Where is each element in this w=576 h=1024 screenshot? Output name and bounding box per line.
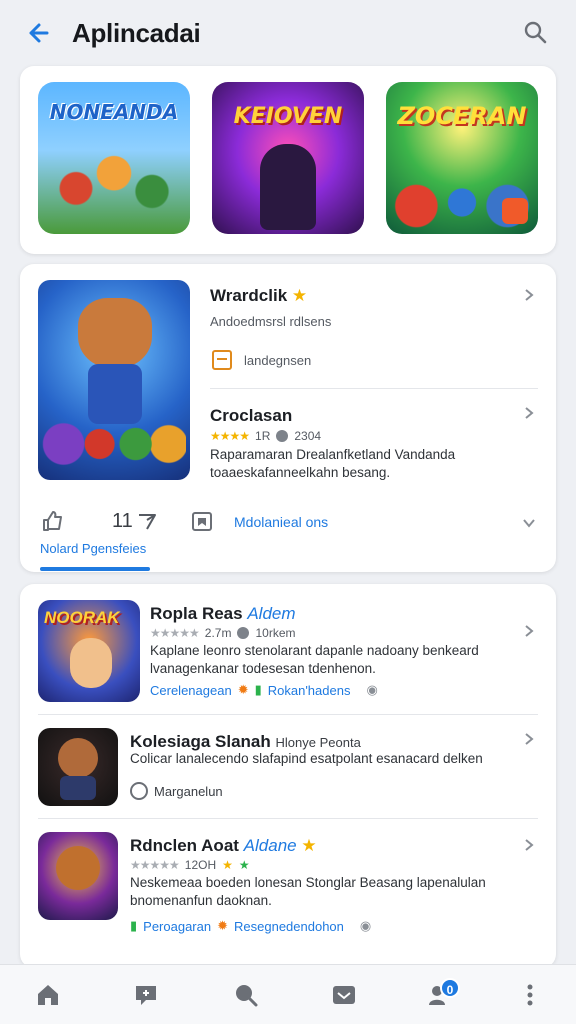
app-icon-2[interactable] bbox=[38, 728, 118, 806]
chat-icon bbox=[130, 782, 148, 800]
banner-game-1[interactable]: NONEANDA bbox=[38, 82, 190, 234]
rating-stars: ★★★★ bbox=[210, 429, 250, 443]
library-icon[interactable] bbox=[330, 981, 358, 1009]
app-title-3-accent: Aldane bbox=[243, 836, 297, 855]
app-title-2: Kolesiaga Slanah Hlonye Peonta bbox=[130, 732, 361, 752]
app-description-1: Kaplane leonro stenolarant dapanle nadoa… bbox=[150, 643, 479, 676]
chevron-right-icon[interactable] bbox=[522, 288, 536, 302]
banner-game-2[interactable]: KEIOVEN bbox=[212, 82, 364, 234]
app-title-2-extra: Hlonye Peonta bbox=[275, 735, 361, 750]
info-icon[interactable]: ◉ bbox=[360, 918, 371, 934]
banner-card: NONEANDA KEIOVEN ZOCERAN bbox=[20, 66, 556, 254]
app-icon-3[interactable] bbox=[38, 832, 118, 920]
app-title-1-text: Ropla Reas bbox=[150, 604, 243, 623]
banner-game-2-logo: KEIOVEN bbox=[233, 104, 343, 129]
download-count: 10rkem bbox=[255, 626, 296, 640]
download-icon bbox=[237, 627, 250, 639]
chevron-down-icon[interactable] bbox=[522, 516, 536, 530]
app-links-1: Cerelenagean ✹ ▮ Rokan'hadens ◉ bbox=[150, 682, 378, 698]
notification-badge: 0 bbox=[440, 978, 460, 998]
top-bar: Aplincadai bbox=[0, 0, 576, 64]
share-icon[interactable] bbox=[136, 510, 158, 532]
rating-count: 1R bbox=[255, 429, 271, 443]
page-title: Aplincadai bbox=[72, 18, 201, 48]
star-icon: ★ bbox=[301, 836, 317, 855]
featured-item2-meta: ★★★★ 1R 2304 bbox=[210, 429, 321, 443]
app-title-1-accent: Aldem bbox=[247, 604, 296, 623]
chevron-right-icon[interactable] bbox=[522, 732, 536, 746]
featured-item2-title: Croclasan bbox=[210, 406, 293, 425]
star-icon: ★ bbox=[222, 858, 233, 872]
app-link-3a[interactable]: Peroagaran bbox=[143, 919, 211, 934]
app-title-1: Ropla Reas Aldem bbox=[150, 604, 296, 624]
fire-icon: ✹ bbox=[217, 918, 229, 933]
app-tag-2: Marganelun bbox=[130, 782, 223, 800]
star-icon: ★ bbox=[238, 858, 250, 872]
divider bbox=[210, 388, 538, 389]
app-list-card: NOORAK Ropla Reas Aldem ★★★★★ 2.7m 10rke… bbox=[20, 584, 556, 968]
search-nav-icon[interactable] bbox=[232, 981, 260, 1009]
chevron-right-icon[interactable] bbox=[522, 624, 536, 638]
app-description-3: Neskemeaa boeden lonesan Stonglar Beasan… bbox=[130, 875, 486, 908]
featured-item2-description: Raparamaran Drealanfketland Vandanda toa… bbox=[210, 447, 456, 480]
featured-item-tag: landegnsen bbox=[244, 353, 312, 368]
home-icon[interactable] bbox=[34, 981, 62, 1009]
app-title-3: Rdnclen Aoat Aldane ★ bbox=[130, 836, 317, 856]
games-icon[interactable] bbox=[132, 981, 160, 1009]
thumbs-up-icon[interactable] bbox=[40, 508, 66, 534]
more-icon[interactable] bbox=[516, 981, 544, 1009]
app-link-1b[interactable]: Rokan'hadens bbox=[268, 683, 351, 698]
app-meta-1: ★★★★★ 2.7m 10rkem bbox=[150, 626, 296, 640]
bottom-link[interactable]: Nolard Pgensfeies bbox=[40, 541, 146, 556]
rating-text: 12OH bbox=[184, 858, 217, 872]
search-icon[interactable] bbox=[520, 18, 550, 48]
chart-icon: ▮ bbox=[130, 918, 138, 933]
chevron-right-icon[interactable] bbox=[522, 838, 536, 852]
app-meta-3: ★★★★★ 12OH ★ ★ bbox=[130, 858, 250, 872]
calendar-icon bbox=[212, 350, 232, 370]
app-link-3b[interactable]: Resegnedendohon bbox=[234, 919, 344, 934]
featured-item-title-text: Wrardclik bbox=[210, 286, 288, 305]
featured-app-image[interactable] bbox=[38, 280, 190, 480]
rating-stars: ★★★★★ bbox=[150, 626, 200, 640]
banner-game-3[interactable]: ZOCERAN bbox=[386, 82, 538, 234]
app-title-3-text: Rdnclen Aoat bbox=[130, 836, 239, 855]
chart-icon: ▮ bbox=[254, 682, 262, 697]
app-description-2: Colicar lanalecendo slafapind esatpolant… bbox=[130, 751, 483, 766]
fire-icon: ✹ bbox=[237, 682, 249, 697]
divider bbox=[38, 818, 538, 819]
app-icon-1[interactable]: NOORAK bbox=[38, 600, 140, 702]
manage-link[interactable]: Mdolanieal ons bbox=[234, 514, 328, 530]
info-icon[interactable]: ◉ bbox=[366, 682, 377, 698]
chevron-right-icon[interactable] bbox=[522, 406, 536, 420]
rating-text: 2.7m bbox=[204, 626, 232, 640]
banner-game-1-logo: NONEANDA bbox=[49, 100, 179, 124]
rating-stars: ★★★★★ bbox=[130, 858, 180, 872]
download-count: 2304 bbox=[294, 429, 322, 443]
play-badge-icon bbox=[502, 198, 528, 224]
star-icon: ★ bbox=[291, 286, 308, 305]
app-title-2-text: Kolesiaga Slanah bbox=[130, 732, 271, 751]
download-icon bbox=[276, 430, 289, 442]
app-links-3: ▮ Peroagaran ✹ Resegnedendohon ◉ bbox=[130, 918, 371, 934]
like-count: 11 bbox=[112, 510, 133, 532]
back-arrow-icon[interactable] bbox=[22, 18, 52, 48]
bookmark-icon[interactable] bbox=[190, 510, 214, 534]
app-link-1a[interactable]: Cerelenagean bbox=[150, 683, 232, 698]
featured-item-title: Wrardclik ★ bbox=[210, 286, 307, 306]
active-tab-indicator bbox=[40, 567, 150, 571]
featured-item-subtitle: Andoedmsrsl rdlsens bbox=[210, 314, 332, 329]
bottom-navigation bbox=[0, 964, 576, 1024]
app-tag-2-text[interactable]: Marganelun bbox=[154, 784, 223, 799]
divider bbox=[38, 714, 538, 715]
banner-game-3-logo: ZOCERAN bbox=[397, 102, 527, 130]
featured-card: Wrardclik ★ Andoedmsrsl rdlsens landegns… bbox=[20, 264, 556, 572]
